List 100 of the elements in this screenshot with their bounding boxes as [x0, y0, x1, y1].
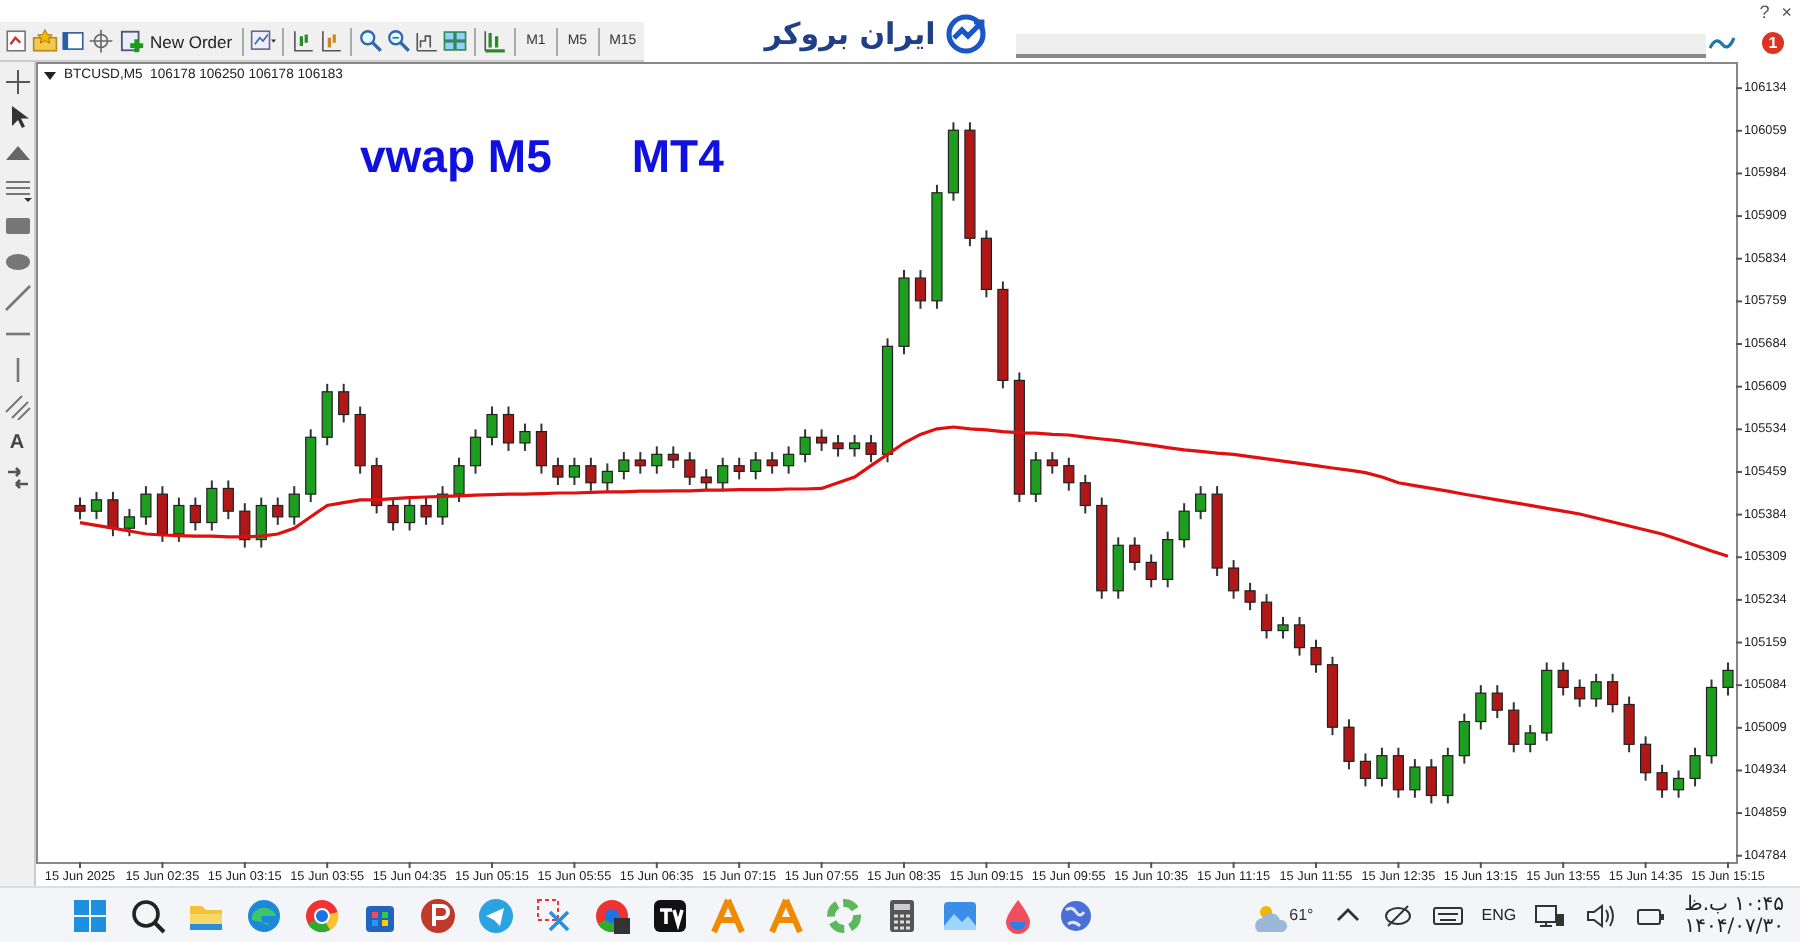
- candlestick: [700, 468, 712, 492]
- candlestick: [931, 183, 943, 310]
- candlestick: [156, 485, 168, 543]
- window-control-button[interactable]: ?: [1755, 2, 1774, 22]
- candlestick: [651, 445, 663, 475]
- circle-app-icon[interactable]: [418, 895, 458, 935]
- candlestick: [1129, 536, 1141, 572]
- candlestick: [535, 422, 548, 475]
- text-tool-button[interactable]: A: [9, 428, 25, 456]
- candlestick: [305, 428, 317, 504]
- candlestick: [799, 428, 811, 464]
- crosshair-icon[interactable]: [3, 68, 31, 96]
- candlestick: [1689, 746, 1701, 788]
- tile-windows-icon[interactable]: [442, 28, 469, 54]
- candlestick: [1063, 456, 1075, 492]
- candlestick: [436, 485, 449, 526]
- candlestick: [1195, 485, 1207, 521]
- notification-badge[interactable]: 1: [1762, 31, 1784, 53]
- candlestick: [1326, 655, 1339, 737]
- candlestick: [1162, 530, 1174, 589]
- candlestick: [206, 479, 218, 532]
- zoom-in-icon[interactable]: [358, 28, 385, 54]
- candlestick: [107, 490, 119, 538]
- dropdown-triangle-icon[interactable]: [44, 71, 56, 79]
- candlestick: [585, 456, 597, 492]
- autoscroll-icon[interactable]: [318, 28, 345, 54]
- candlestick: [338, 382, 350, 424]
- fibonacci-icon[interactable]: [3, 176, 31, 204]
- edge-browser-icon[interactable]: [244, 895, 284, 935]
- candlestick: [1640, 735, 1652, 782]
- candlestick: [552, 456, 564, 487]
- candlestick: [898, 269, 910, 356]
- candlestick: [1079, 473, 1091, 515]
- chart-shift-icon[interactable]: [290, 28, 317, 54]
- trendline-icon[interactable]: [3, 284, 31, 312]
- candlestick: [502, 405, 515, 452]
- channel-icon[interactable]: [3, 392, 31, 420]
- window-icon[interactable]: [60, 28, 86, 54]
- line-chart-dropdown-icon[interactable]: [250, 28, 277, 54]
- candlestick: [766, 451, 778, 475]
- candlestick: [189, 496, 201, 532]
- candlestick: [684, 451, 696, 487]
- candlestick: [1491, 684, 1503, 720]
- network-monitor-icon[interactable]: [1534, 899, 1567, 931]
- candlestick: [832, 434, 844, 458]
- tv-app-icon[interactable]: [650, 895, 690, 935]
- search-icon[interactable]: [128, 895, 168, 935]
- indicator-icon[interactable]: [482, 28, 509, 54]
- candlestick: [1211, 485, 1223, 577]
- snipping-scissors-icon[interactable]: [534, 895, 574, 935]
- candlestick: [914, 269, 927, 310]
- candlestick: [568, 456, 580, 487]
- eye-off-icon[interactable]: [1381, 899, 1414, 931]
- ellipse-icon[interactable]: [3, 248, 31, 276]
- speaker-icon[interactable]: [1584, 899, 1617, 931]
- rectangle-icon[interactable]: [3, 212, 31, 240]
- chrome-profile-icon[interactable]: [592, 895, 632, 935]
- candlestick: [1112, 536, 1124, 600]
- candlestick: [239, 502, 251, 549]
- candlestick: [1524, 723, 1536, 754]
- candlestick: [1409, 758, 1421, 799]
- candlestick: [1623, 695, 1635, 754]
- chart-add-icon[interactable]: [4, 28, 30, 54]
- chrome-browser-icon[interactable]: [302, 895, 342, 935]
- candlestick: [469, 428, 482, 475]
- candlestick: [1013, 371, 1025, 504]
- chart-circle-logo-icon: [943, 12, 988, 56]
- arrows-icon[interactable]: [3, 464, 31, 492]
- window-control-button[interactable]: ×: [1777, 2, 1796, 22]
- candlestick: [1030, 451, 1042, 504]
- candlestick: [486, 405, 498, 447]
- candlestick: [1425, 758, 1437, 805]
- step-chart-icon[interactable]: [414, 28, 441, 54]
- candlestick: [1722, 661, 1734, 697]
- candlestick: [717, 456, 729, 492]
- candlestick: [881, 337, 894, 464]
- candlestick: [733, 456, 745, 481]
- candlestick: [404, 496, 416, 532]
- candlestick: [1541, 661, 1553, 742]
- candlestick: [1096, 496, 1108, 600]
- candlestick: [980, 229, 992, 299]
- clock-date: ۱۴۰۴/۰۷/۳۰: [1684, 915, 1784, 937]
- candlestick: [222, 479, 234, 521]
- chart-title: vwap M5: [360, 130, 552, 184]
- telegram-icon[interactable]: [476, 895, 516, 935]
- new-order-button[interactable]: New Order: [116, 23, 237, 59]
- candlestick: [1277, 615, 1289, 640]
- windows-logo-icon[interactable]: [70, 895, 110, 935]
- candlestick: [1574, 678, 1586, 708]
- globe-icon[interactable]: [1056, 895, 1096, 935]
- crosshair-target-icon[interactable]: [88, 28, 114, 54]
- candlestick: [783, 445, 795, 475]
- candlestick: [453, 456, 465, 504]
- new-order-icon: [120, 28, 146, 54]
- candlestick: [272, 496, 284, 526]
- star-folder-icon[interactable]: [32, 28, 58, 54]
- candlestick: [1376, 746, 1388, 788]
- zoom-out-icon[interactable]: [386, 28, 413, 54]
- language-indicator[interactable]: ENG: [1481, 906, 1517, 924]
- candlestick: [1607, 672, 1619, 714]
